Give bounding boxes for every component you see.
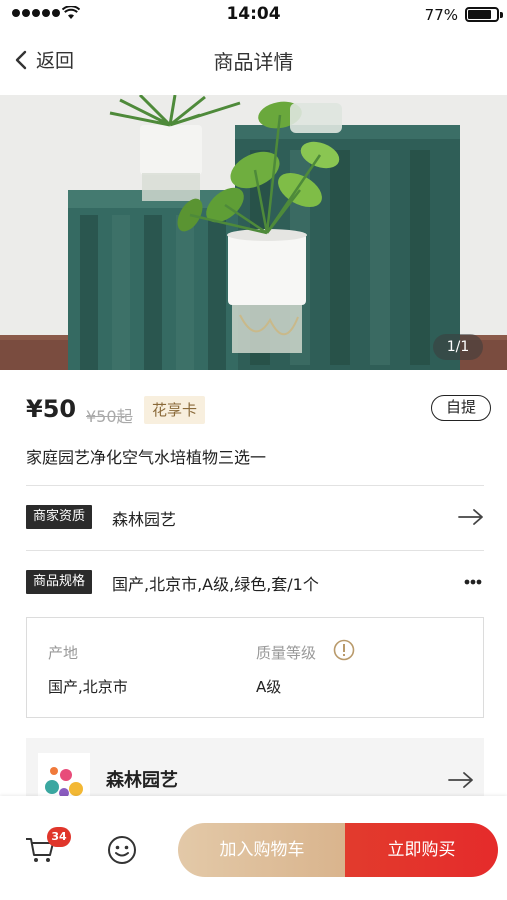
status-bar: 14:04 77%: [0, 0, 507, 30]
cart-count-badge: 34: [47, 827, 71, 847]
grade-value: A级: [256, 678, 282, 696]
add-to-cart-button[interactable]: 加入购物车: [178, 823, 346, 877]
divider: [26, 485, 484, 486]
more-icon: [464, 579, 482, 585]
customer-service-icon[interactable]: [106, 834, 138, 866]
battery-percent: 77%: [424, 6, 458, 24]
flower-card-tag[interactable]: 花享卡: [144, 396, 206, 424]
buy-now-button[interactable]: 立即购买: [345, 823, 498, 877]
back-label: 返回: [36, 50, 75, 72]
price: ¥50: [26, 395, 77, 423]
pickup-tag: 自提: [431, 395, 491, 421]
origin-label: 产地: [48, 644, 79, 662]
grade-label: 质量等级: [256, 644, 317, 662]
back-button[interactable]: 返回: [14, 46, 74, 73]
product-name: 家庭园艺净化空气水培植物三选一: [26, 448, 267, 467]
original-price: ¥50起: [86, 407, 133, 426]
arrow-right-icon: [448, 772, 473, 788]
price-row: ¥50 ¥50起 花享卡 自提: [26, 395, 491, 429]
chevron-left-icon: [15, 50, 27, 69]
shop-name: 森林园艺: [106, 770, 178, 791]
product-detail-page: 14:04 77% 商品详情 返回 1/1 ¥50 ¥50起 花享卡 自提 家庭…: [0, 0, 507, 900]
origin-value: 国产,北京市: [48, 678, 128, 696]
product-image[interactable]: [0, 95, 507, 370]
battery-icon: [465, 7, 503, 22]
divider: [26, 550, 484, 551]
spec-row[interactable]: 商品规格 国产,北京市,A级,绿色,套/1个: [26, 569, 484, 597]
image-pager-badge: 1/1: [433, 334, 483, 360]
info-icon[interactable]: [333, 639, 355, 661]
nav-bar: 商品详情 返回: [0, 30, 507, 92]
spec-detail-box: 产地 国产,北京市 质量等级 A级: [26, 617, 484, 718]
bottom-action-bar: 34 加入购物车 立即购买: [0, 796, 507, 900]
merchant-name: 森林园艺: [112, 510, 177, 529]
plant-photo: [0, 95, 507, 370]
merchant-qualification-row[interactable]: 商家资质 森林园艺: [26, 504, 484, 532]
spec-tag: 商品规格: [26, 570, 93, 594]
merchant-tag: 商家资质: [26, 505, 93, 529]
arrow-right-icon: [458, 509, 483, 525]
spec-summary: 国产,北京市,A级,绿色,套/1个: [112, 575, 319, 594]
page-title: 商品详情: [213, 50, 294, 74]
